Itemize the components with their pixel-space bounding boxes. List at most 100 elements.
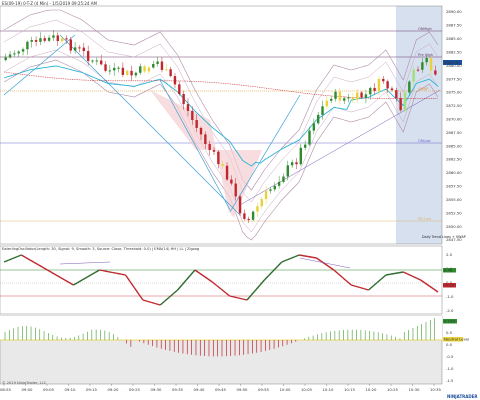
candle-body	[382, 78, 385, 82]
osc-segment	[312, 256, 317, 259]
osc-segment	[238, 297, 243, 300]
osc-segment	[424, 282, 430, 287]
osc-segment	[324, 263, 330, 268]
osc-segment	[316, 257, 322, 262]
osc-segment	[285, 257, 291, 261]
candle-body	[56, 35, 59, 42]
candle-body	[186, 104, 190, 111]
candle-body	[238, 196, 242, 214]
candle-body	[143, 66, 146, 72]
osc-segment	[25, 256, 31, 261]
candle-body	[399, 98, 402, 111]
candle-body	[169, 69, 172, 77]
candle-body	[221, 164, 224, 166]
osc-segment	[133, 287, 140, 295]
candle-body	[395, 90, 398, 99]
osc-segment	[211, 281, 218, 287]
chart-canvas[interactable]: ONHighPre HighVWAPONLowPD Low 2.01.00.0-…	[0, 0, 480, 400]
candle-body	[104, 64, 107, 71]
osc-segment	[21, 254, 27, 259]
candle-body	[91, 60, 94, 62]
osc-segment	[29, 259, 35, 264]
oscillator-plot: 2.01.00.0-1.0-2.00.46-0.12	[0, 252, 456, 313]
candle-body	[73, 47, 77, 51]
candle-body	[390, 88, 394, 91]
price-tick-label: 2870.00	[446, 116, 462, 121]
osc-segment	[142, 299, 148, 302]
time-tick-label: 09:50	[237, 387, 249, 392]
candle-body	[165, 69, 168, 71]
candle-body	[321, 106, 324, 115]
time-tick-label: 10:25	[387, 387, 399, 392]
osc-segment	[99, 269, 104, 272]
osc-segment	[220, 288, 226, 294]
osc-segment	[90, 271, 96, 276]
osc-segment	[12, 256, 18, 260]
candle-body	[69, 39, 72, 51]
time-tick-label: 08:55	[0, 387, 12, 392]
osc-segment	[402, 271, 408, 275]
candle-body	[295, 162, 298, 165]
line-poc-label: ONLow	[418, 139, 431, 143]
osc-segment	[51, 271, 57, 276]
candle-body	[134, 72, 138, 76]
osc-segment	[376, 278, 383, 284]
osc-segment	[250, 289, 257, 296]
candle-body	[377, 78, 381, 91]
candle-body	[330, 98, 333, 101]
price-tick-label: 2875.00	[446, 90, 462, 95]
trendline-1	[3, 34, 76, 96]
candle-body	[373, 87, 376, 91]
osc-segment	[16, 254, 22, 258]
candle-body	[234, 183, 237, 197]
session-shade	[396, 6, 442, 244]
osc-segment	[198, 272, 205, 277]
price-tick-label: 2872.50	[446, 103, 462, 108]
candle-body	[113, 67, 116, 71]
candle-body	[108, 70, 112, 72]
candle-body	[286, 165, 289, 177]
candle-body	[225, 165, 229, 180]
osc-segment	[3, 259, 9, 263]
osc-segment	[155, 303, 161, 306]
candle-body	[273, 185, 276, 190]
osc-segment	[60, 276, 66, 281]
time-tick-label: 09:15	[86, 387, 98, 392]
osc-segment	[47, 269, 53, 274]
time-tick-label: 09:30	[151, 387, 163, 392]
osc-segment	[137, 293, 144, 301]
candle-body	[78, 47, 81, 49]
time-axis: 08:55 09:00 09:05 09:10 09:15 09:20 09:25 09:30…	[0, 384, 442, 392]
price-tick-label: 2867.50	[446, 130, 462, 135]
price-tick-label: 2862.50	[446, 157, 462, 162]
osc-segment	[55, 274, 61, 279]
osc-segment	[168, 293, 174, 299]
session-label: Daily Trend Lines + VWAP	[422, 235, 466, 239]
candle-body	[173, 76, 177, 85]
candle-body	[356, 92, 359, 100]
main-plot: ONHighPre HighVWAPONLowPD Low	[0, 9, 442, 241]
candle-body	[243, 213, 246, 219]
candle-body	[204, 134, 207, 145]
candle-body	[26, 41, 29, 50]
candle-body	[429, 58, 433, 71]
osc-segment	[194, 269, 200, 274]
candle-body	[316, 114, 320, 124]
time-tick-label: 09:25	[129, 387, 141, 392]
osc-divergence-2	[299, 257, 351, 269]
osc-segment	[172, 289, 179, 295]
price-tick-label: 2855.00	[446, 197, 462, 202]
candle-body	[343, 98, 346, 101]
osc-segment	[299, 254, 304, 257]
candle-body	[312, 123, 316, 131]
candle-body	[99, 60, 103, 65]
osc-segment	[307, 255, 313, 258]
candle-body	[195, 119, 198, 128]
time-tick-label: 09:05	[43, 387, 55, 392]
candle-body	[47, 37, 51, 41]
last-price-text: 2883.50	[444, 60, 460, 65]
candle-body	[152, 63, 155, 68]
ma-line	[3, 71, 439, 99]
candle-body	[217, 151, 220, 165]
osc-segment	[342, 276, 348, 282]
